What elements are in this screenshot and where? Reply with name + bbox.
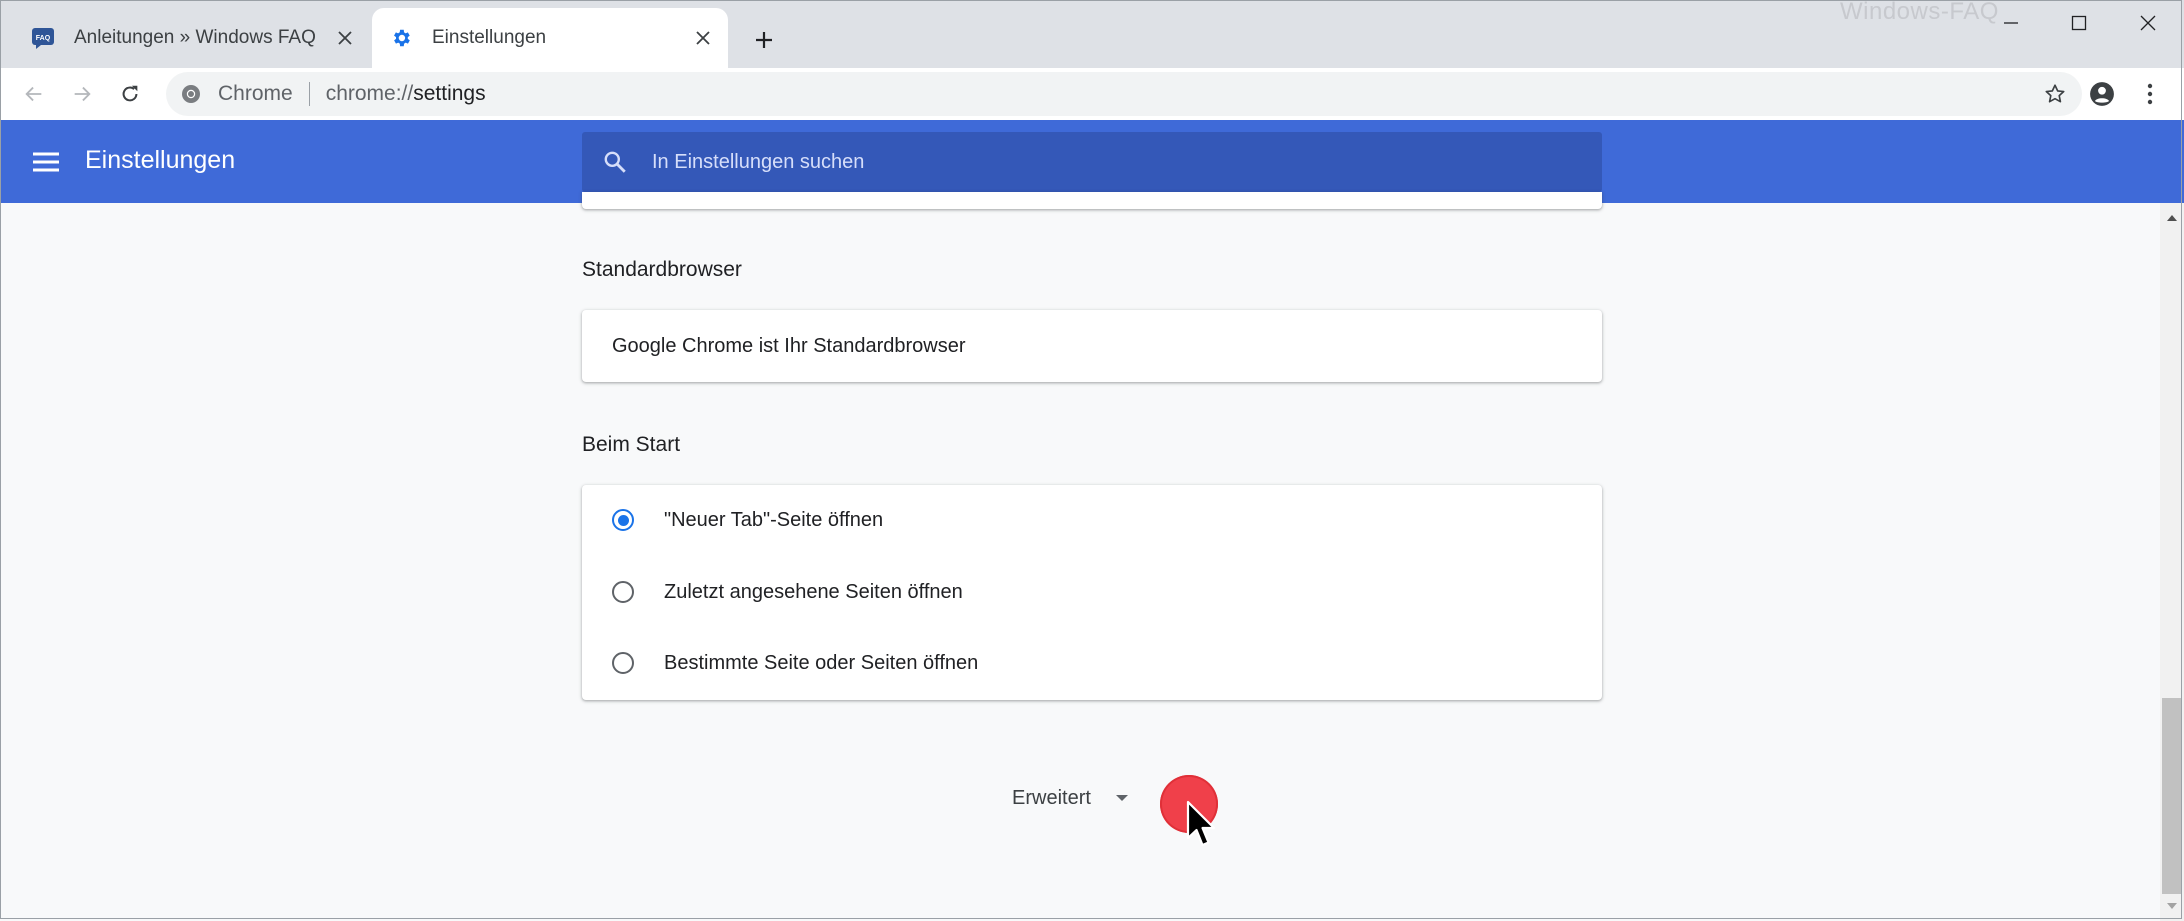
new-tab-button[interactable] — [744, 20, 784, 60]
startup-option-continue[interactable]: Zuletzt angesehene Seiten öffnen — [582, 557, 1602, 627]
tab-title: Einstellungen — [432, 27, 547, 48]
scroll-up-arrow-icon — [2167, 215, 2177, 221]
close-window-button[interactable] — [2114, 0, 2182, 46]
omnibox-chip: Chrome — [218, 82, 293, 105]
browser-menu-button[interactable] — [2128, 72, 2172, 116]
section-title-on-startup: Beim Start — [582, 433, 681, 456]
scroll-up-button[interactable] — [2160, 205, 2184, 231]
hamburger-menu-icon — [33, 152, 59, 172]
plus-icon — [756, 32, 772, 48]
main-menu-button[interactable] — [32, 142, 60, 182]
scroll-down-button[interactable] — [2160, 893, 2184, 919]
scrollbar-thumb[interactable] — [2162, 698, 2182, 894]
startup-option-specific-pages[interactable]: Bestimmte Seite oder Seiten öffnen — [582, 628, 1602, 698]
watermark: Windows-FAQ — [1840, 0, 1999, 25]
advanced-toggle-button[interactable]: Erweitert — [1012, 778, 1129, 818]
search-input[interactable] — [650, 149, 1602, 175]
settings-gear-icon — [388, 25, 414, 51]
back-button[interactable] — [12, 72, 56, 116]
close-tab-icon[interactable] — [688, 23, 718, 53]
advanced-label: Erweitert — [1012, 786, 1091, 809]
scroll-down-arrow-icon — [2167, 903, 2177, 909]
profile-button[interactable] — [2080, 72, 2124, 116]
startup-option-new-tab[interactable]: "Neuer Tab"-Seite öffnen — [582, 485, 1602, 555]
bookmark-star-icon[interactable] — [2040, 79, 2070, 109]
address-bar[interactable]: Chrome chrome://settings — [166, 72, 2082, 116]
close-icon — [2140, 15, 2156, 31]
faq-favicon-icon: FAQ — [30, 25, 56, 51]
radio-button[interactable] — [612, 581, 634, 603]
arrow-back-icon — [25, 86, 42, 102]
option-label: "Neuer Tab"-Seite öffnen — [664, 508, 884, 531]
section-title-default-browser: Standardbrowser — [582, 258, 742, 281]
search-icon — [600, 147, 630, 177]
on-startup-card: "Neuer Tab"-Seite öffnen Zuletzt angeseh… — [582, 485, 1602, 700]
tab-einstellungen[interactable]: Einstellungen — [372, 8, 728, 68]
chrome-logo-icon — [180, 83, 202, 105]
dropdown-arrow-icon — [1115, 795, 1128, 801]
arrow-forward-icon — [74, 86, 91, 102]
reload-icon — [122, 85, 138, 102]
previous-section-card — [582, 192, 1602, 209]
tab-windows-faq[interactable]: FAQ Anleitungen » Windows FAQ — [14, 8, 370, 68]
reload-button[interactable] — [108, 72, 152, 116]
forward-button[interactable] — [60, 72, 104, 116]
url-path: settings — [413, 82, 486, 105]
close-tab-icon[interactable] — [330, 23, 360, 53]
account-circle-icon — [2090, 82, 2114, 106]
option-label: Bestimmte Seite oder Seiten öffnen — [664, 651, 979, 674]
maximize-button[interactable] — [2045, 0, 2113, 46]
minimize-button[interactable] — [1977, 0, 2045, 46]
radio-button-checked[interactable] — [612, 509, 634, 531]
mouse-cursor-icon — [1186, 800, 1220, 855]
page-title: Einstellungen — [85, 146, 236, 174]
url-scheme: chrome:// — [325, 82, 414, 105]
faq-favicon-text: FAQ — [36, 35, 51, 42]
default-browser-card: Google Chrome ist Ihr Standardbrowser — [582, 310, 1602, 382]
settings-search-box[interactable] — [582, 132, 1602, 192]
omnibox-separator — [308, 82, 310, 106]
minimize-icon — [2004, 22, 2018, 24]
option-label: Zuletzt angesehene Seiten öffnen — [664, 580, 963, 603]
maximize-icon — [2071, 15, 2087, 31]
radio-button[interactable] — [612, 652, 634, 674]
more-vert-icon — [2147, 83, 2153, 105]
tab-title: Anleitungen » Windows FAQ — [74, 27, 316, 48]
default-browser-status: Google Chrome ist Ihr Standardbrowser — [612, 334, 966, 357]
